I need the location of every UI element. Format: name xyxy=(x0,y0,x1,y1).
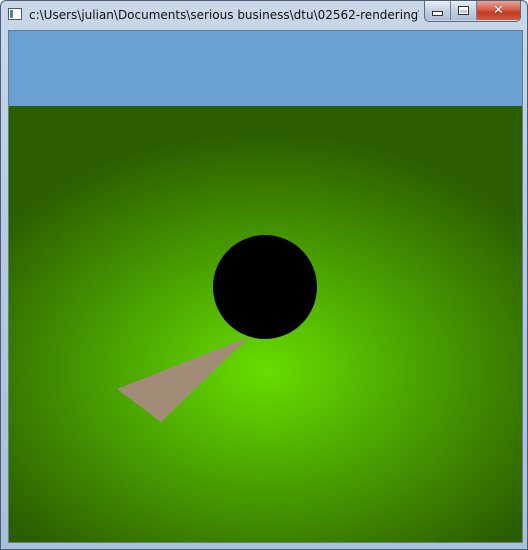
close-icon: ✕ xyxy=(493,3,504,18)
sphere-object xyxy=(213,235,317,339)
render-viewport[interactable] xyxy=(8,30,523,543)
close-button[interactable]: ✕ xyxy=(477,1,520,20)
window-controls: ✕ xyxy=(424,1,521,22)
application-window: c:\Users\julian\Documents\serious busine… xyxy=(0,0,528,550)
maximize-icon xyxy=(458,6,469,15)
maximize-button[interactable] xyxy=(451,1,477,20)
window-title: c:\Users\julian\Documents\serious busine… xyxy=(29,8,419,22)
window-app-icon[interactable] xyxy=(8,8,22,20)
minimize-button[interactable] xyxy=(425,1,451,20)
render-canvas xyxy=(9,31,522,542)
minimize-icon xyxy=(432,11,443,16)
sky xyxy=(9,31,522,106)
title-bar[interactable]: c:\Users\julian\Documents\serious busine… xyxy=(1,1,527,29)
